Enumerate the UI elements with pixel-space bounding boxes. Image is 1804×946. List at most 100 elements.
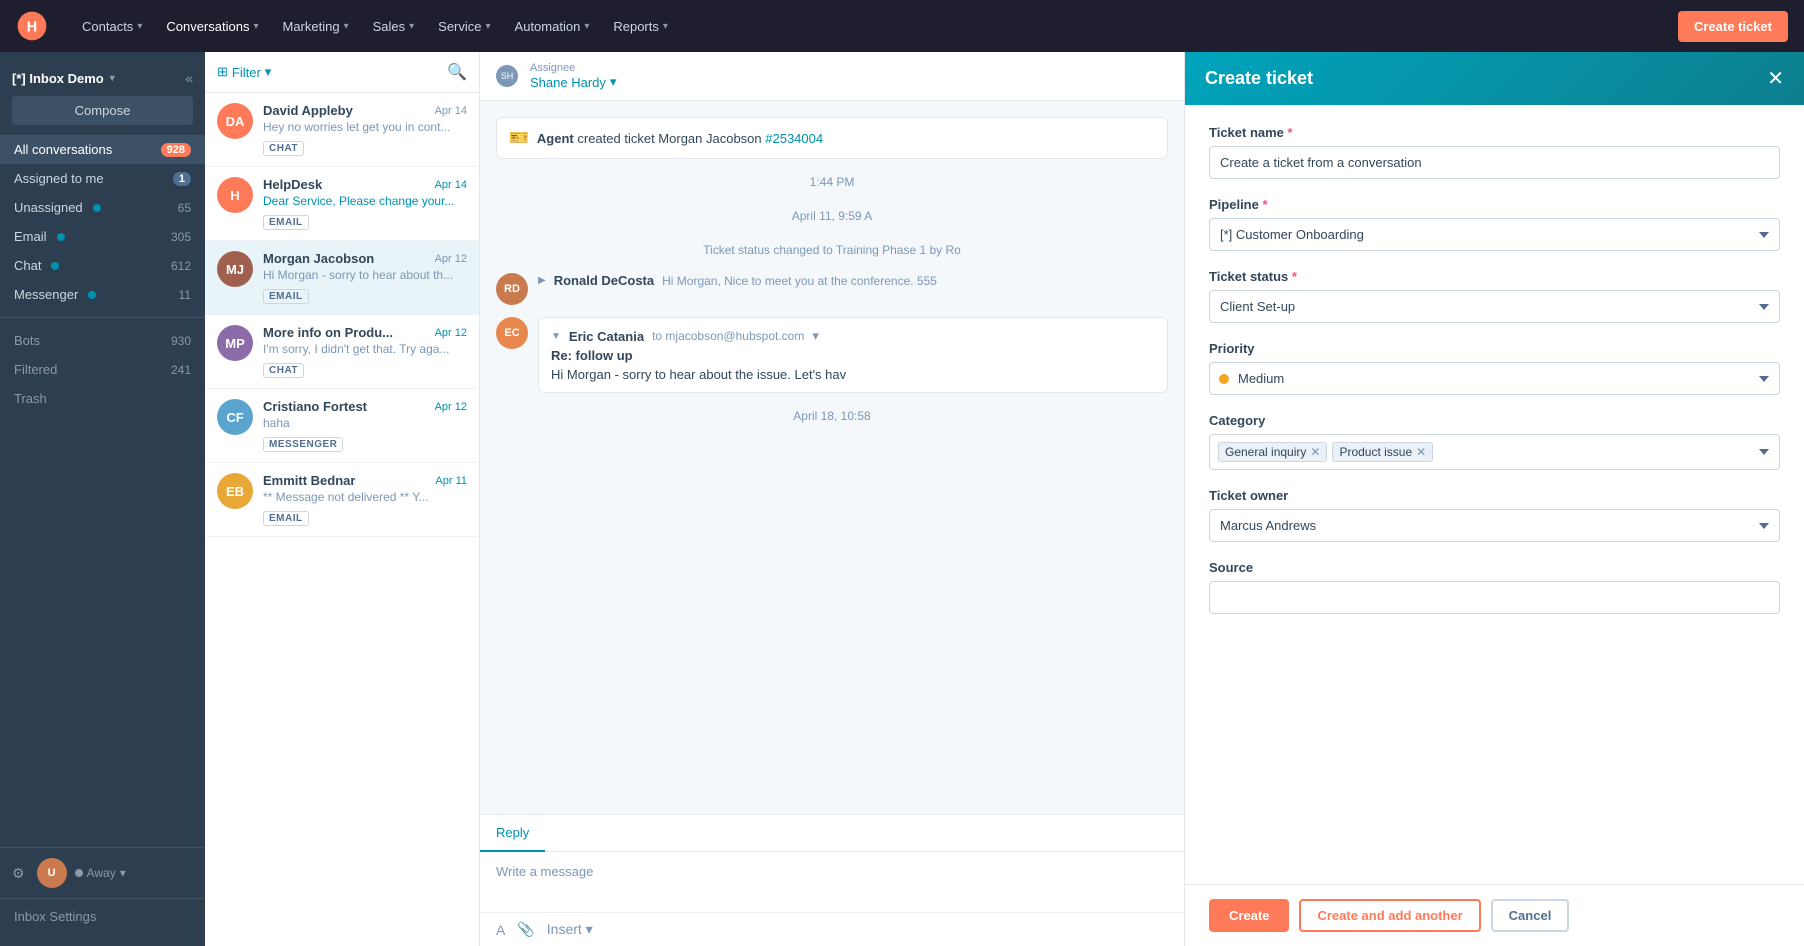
panel-body: Ticket name * Pipeline * [*] Customer On… [1185, 105, 1804, 884]
conv-item[interactable]: H HelpDesk Apr 14 Dear Service, Please c… [205, 167, 479, 241]
conv-date: Apr 12 [435, 401, 467, 413]
hubspot-logo[interactable]: H [16, 10, 48, 42]
nav-item-reports[interactable]: Reports ▾ [603, 13, 678, 40]
nav-item-contacts[interactable]: Contacts ▾ [72, 13, 152, 40]
user-avatar: U [37, 858, 67, 888]
create-ticket-nav-button[interactable]: Create ticket [1678, 11, 1788, 42]
system-message-time: 1:44 PM [496, 171, 1168, 193]
category-tag: Product issue ✕ [1332, 442, 1433, 462]
ticket-name-label: Ticket name * [1209, 125, 1780, 140]
sidebar-divider [0, 317, 205, 318]
avatar: DA [217, 103, 253, 139]
reply-input[interactable]: Write a message [480, 852, 1184, 912]
message-to: to mjacobson@hubspot.com [652, 329, 804, 343]
compose-button[interactable]: Compose [12, 96, 193, 125]
ticket-name-input[interactable] [1209, 146, 1780, 179]
unread-dot [57, 233, 65, 241]
remove-tag-button[interactable]: ✕ [1416, 445, 1426, 459]
sidebar-item-all-conversations[interactable]: All conversations 928 [0, 135, 205, 164]
message-row: EC ▼ Eric Catania to mjacobson@hubspot.c… [496, 317, 1168, 393]
font-icon[interactable]: A [496, 922, 505, 938]
conv-item[interactable]: DA David Appleby Apr 14 Hey no worries l… [205, 93, 479, 167]
sidebar-item-bots[interactable]: Bots 930 [0, 326, 205, 355]
date-separator: April 18, 10:58 [496, 405, 1168, 427]
conv-item[interactable]: CF Cristiano Fortest Apr 12 haha MESSENG… [205, 389, 479, 463]
conv-name: Morgan Jacobson [263, 251, 374, 266]
sidebar-item-unassigned[interactable]: Unassigned 65 [0, 193, 205, 222]
priority-field: Priority Medium [1209, 341, 1780, 395]
sidebar-item-chat[interactable]: Chat 612 [0, 251, 205, 280]
required-indicator: * [1292, 269, 1297, 284]
conv-name: David Appleby [263, 103, 353, 118]
unread-dot [51, 262, 59, 270]
chevron-down-icon: ▾ [253, 21, 258, 32]
attachment-icon[interactable]: 📎 [517, 921, 534, 938]
conv-preview: haha [263, 416, 467, 430]
pipeline-field: Pipeline * [*] Customer Onboarding [1209, 197, 1780, 251]
assignee-name[interactable]: Shane Hardy ▾ [530, 74, 616, 90]
chevron-down-icon: ▾ [120, 866, 126, 880]
category-input[interactable]: General inquiry ✕ Product issue ✕ [1209, 434, 1780, 470]
filter-button[interactable]: ⊞ Filter ▾ [217, 64, 271, 80]
panel-footer: Create Create and add another Cancel [1185, 884, 1804, 946]
message-sender: Ronald DeCosta [554, 273, 654, 288]
sidebar-collapse-button[interactable]: « [185, 70, 193, 86]
pipeline-select[interactable]: [*] Customer Onboarding [1209, 218, 1780, 251]
conv-badge: EMAIL [263, 289, 309, 304]
required-indicator: * [1262, 197, 1267, 212]
insert-button[interactable]: Insert ▾ [547, 921, 593, 938]
ticket-status-label: Ticket status * [1209, 269, 1780, 284]
search-icon[interactable]: 🔍 [447, 62, 467, 82]
panel-title: Create ticket [1205, 68, 1313, 89]
status-change-message: Ticket status changed to Training Phase … [496, 239, 1168, 261]
sidebar-item-messenger[interactable]: Messenger 11 [0, 280, 205, 309]
gear-icon[interactable]: ⚙ [12, 865, 25, 882]
ticket-link[interactable]: #2534004 [765, 131, 823, 146]
cancel-button[interactable]: Cancel [1491, 899, 1570, 932]
reply-area: Reply Write a message A 📎 Insert ▾ [480, 814, 1184, 946]
assignee-label: Assignee [530, 62, 616, 74]
conv-item[interactable]: MJ Morgan Jacobson Apr 12 Hi Morgan - so… [205, 241, 479, 315]
priority-label: Priority [1209, 341, 1780, 356]
sidebar-item-trash[interactable]: Trash [0, 384, 205, 413]
nav-item-marketing[interactable]: Marketing ▾ [272, 13, 358, 40]
panel-header: Create ticket ✕ [1185, 52, 1804, 105]
reply-toolbar: A 📎 Insert ▾ [480, 912, 1184, 946]
remove-tag-button[interactable]: ✕ [1310, 445, 1320, 459]
inbox-settings-item[interactable]: Inbox Settings [0, 898, 205, 934]
conv-header: SH Assignee Shane Hardy ▾ [480, 52, 1184, 101]
chevron-down-icon: ▾ [610, 74, 617, 90]
user-status[interactable]: Away ▾ [75, 866, 126, 880]
inbox-label[interactable]: [*] Inbox Demo ▾ [12, 71, 115, 86]
source-input[interactable] [1209, 581, 1780, 614]
create-and-add-another-button[interactable]: Create and add another [1299, 899, 1480, 932]
nav-item-sales[interactable]: Sales ▾ [363, 13, 425, 40]
ticket-status-select[interactable]: Client Set-up [1209, 290, 1780, 323]
nav-item-service[interactable]: Service ▾ [428, 13, 500, 40]
conv-date: Apr 11 [435, 475, 467, 487]
nav-item-conversations[interactable]: Conversations ▾ [156, 13, 268, 40]
conv-item[interactable]: EB Emmitt Bednar Apr 11 ** Message not d… [205, 463, 479, 537]
category-field: Category General inquiry ✕ Product issue… [1209, 413, 1780, 470]
message-subject: Re: follow up [551, 348, 1155, 363]
conv-item[interactable]: MP More info on Produ... Apr 12 I'm sorr… [205, 315, 479, 389]
category-tag: General inquiry ✕ [1218, 442, 1327, 462]
sidebar: [*] Inbox Demo ▾ « Compose All conversat… [0, 52, 205, 946]
conv-preview: Hey no worries let get you in cont... [263, 120, 467, 134]
ticket-owner-select[interactable]: Marcus Andrews [1209, 509, 1780, 542]
reply-tab[interactable]: Reply [480, 815, 545, 852]
priority-select[interactable]: Medium [1209, 362, 1780, 395]
category-label: Category [1209, 413, 1780, 428]
collapse-icon[interactable]: ▼ [551, 331, 561, 342]
source-label: Source [1209, 560, 1780, 575]
sidebar-item-email[interactable]: Email 305 [0, 222, 205, 251]
priority-dot [1219, 374, 1229, 384]
expand-icon[interactable]: ▶ [538, 275, 546, 286]
nav-item-automation[interactable]: Automation ▾ [505, 13, 600, 40]
close-button[interactable]: ✕ [1767, 69, 1784, 89]
status-time: April 11, 9:59 A [496, 205, 1168, 227]
create-button[interactable]: Create [1209, 899, 1289, 932]
svg-text:H: H [27, 19, 37, 35]
sidebar-item-filtered[interactable]: Filtered 241 [0, 355, 205, 384]
sidebar-item-assigned-to-me[interactable]: Assigned to me 1 [0, 164, 205, 193]
